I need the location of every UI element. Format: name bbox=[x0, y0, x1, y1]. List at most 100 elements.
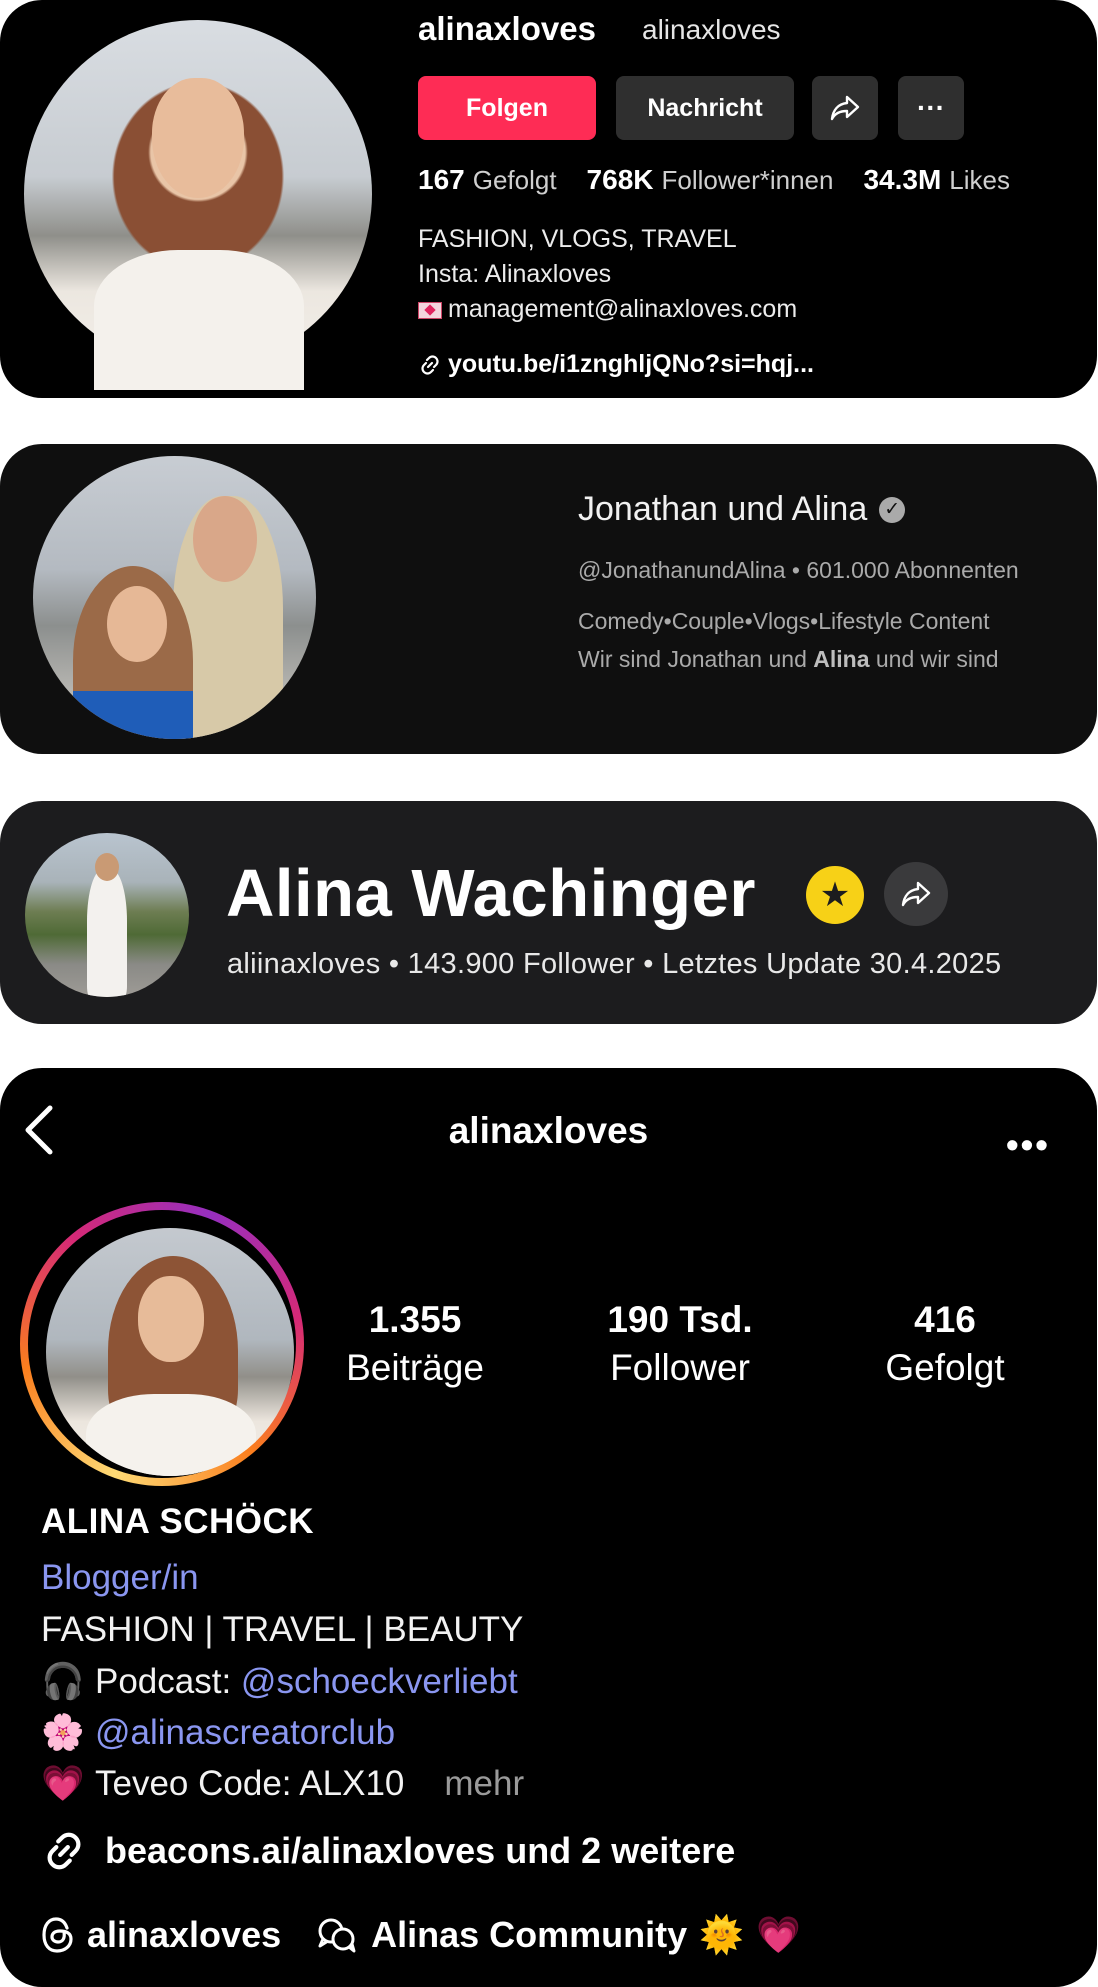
channel-name[interactable]: Jonathan und Alina ✓ bbox=[578, 490, 906, 529]
bio-email-line: management@alinaxloves.com bbox=[418, 292, 797, 327]
description-highlight: Alina bbox=[813, 646, 870, 672]
stat-label: Follower*innen bbox=[661, 165, 834, 195]
envelope-icon bbox=[418, 301, 442, 319]
description-text: Wir sind Jonathan und bbox=[578, 646, 814, 672]
bio-line: FASHION | TRAVEL | BEAUTY bbox=[41, 1610, 524, 1649]
profile-handle: alinaxloves bbox=[642, 14, 781, 45]
bio-email: management@alinaxloves.com bbox=[448, 295, 798, 323]
profile-link[interactable]: youtu.be/i1znghljQNo?si=hqj... bbox=[418, 350, 814, 379]
bio-code-line: 💗 Teveo Code: ALX10 mehr bbox=[41, 1763, 524, 1804]
full-name: ALINA SCHÖCK bbox=[41, 1502, 315, 1541]
threads-icon bbox=[42, 1917, 73, 1953]
channel-avatar[interactable] bbox=[33, 456, 316, 739]
share-icon bbox=[901, 881, 931, 907]
category-label: Blogger/in bbox=[41, 1558, 199, 1597]
headphones-icon: 🎧 bbox=[41, 1662, 85, 1701]
stat-label: Follower bbox=[610, 1347, 750, 1388]
creator-profile-card: Alina Wachinger ★ aliinaxloves • 143.900… bbox=[0, 801, 1097, 1024]
verified-check-icon: ✓ bbox=[879, 496, 906, 523]
avatar-face bbox=[193, 496, 257, 582]
channel-meta: @JonathanundAlina • 601.000 Abonnenten bbox=[578, 557, 1019, 584]
sun-icon: 🌞 bbox=[699, 1914, 744, 1955]
code-text: Teveo Code: ALX10 bbox=[95, 1764, 405, 1803]
threads-handle[interactable]: alinaxloves bbox=[87, 1914, 281, 1956]
description-line: Wir sind Jonathan und Alina und wir sind bbox=[578, 640, 999, 678]
bio-club-line: 🌸 @alinascreatorclub bbox=[41, 1712, 395, 1753]
bio-line: Insta: Alinaxloves bbox=[418, 260, 612, 288]
instagram-profile-card: alinaxloves ••• 1.355 Beiträge 190 Tsd. … bbox=[0, 1068, 1097, 1987]
bio: FASHION, VLOGS, TRAVEL Insta: Alinaxlove… bbox=[418, 222, 797, 327]
avatar[interactable] bbox=[25, 833, 189, 997]
more-link[interactable]: mehr bbox=[444, 1764, 524, 1803]
header-username: alinaxloves bbox=[448, 1110, 649, 1151]
channel-description[interactable]: Comedy•Couple•Vlogs•Lifestyle Content Wi… bbox=[578, 602, 999, 678]
stat-value: 416 bbox=[914, 1299, 976, 1340]
share-button[interactable] bbox=[884, 862, 948, 926]
profile-link-text[interactable]: youtu.be/i1znghljQNo?si=hqj... bbox=[448, 350, 814, 379]
avatar-clothing bbox=[73, 691, 193, 739]
external-links-text[interactable]: beacons.ai/alinaxloves und 2 weitere bbox=[105, 1830, 735, 1872]
stats-row: 167 Gefolgt 768K Follower*innen 34.3M Likes bbox=[418, 164, 1010, 196]
avatar-face bbox=[138, 1276, 204, 1362]
channel-handle: @JonathanundAlina bbox=[578, 557, 786, 583]
community-chip[interactable]: Alinas Community 🌞 💗 bbox=[315, 1914, 801, 1956]
club-mention-link[interactable]: @alinascreatorclub bbox=[95, 1713, 395, 1752]
avatar-shirt bbox=[86, 1394, 256, 1476]
channel-name-text[interactable]: Jonathan und Alina bbox=[578, 490, 867, 529]
stat-label: Likes bbox=[949, 165, 1010, 195]
share-icon bbox=[830, 95, 860, 121]
stat-label: Beiträge bbox=[346, 1347, 484, 1388]
story-ring-gap bbox=[28, 1210, 296, 1478]
profile-meta: aliinaxloves • 143.900 Follower • Letzte… bbox=[227, 948, 1002, 980]
share-button[interactable] bbox=[812, 76, 878, 140]
stat-value: 167 bbox=[418, 164, 465, 195]
profile-title: Alina Wachinger bbox=[226, 856, 756, 931]
more-options-icon[interactable]: ••• bbox=[1006, 1124, 1050, 1166]
chat-bubbles-icon bbox=[318, 1918, 356, 1953]
flower-icon: 🌸 bbox=[41, 1713, 85, 1752]
message-button[interactable]: Nachricht bbox=[616, 76, 794, 140]
description-text: und wir sind bbox=[869, 646, 999, 672]
podcast-mention-link[interactable]: @schoeckverliebt bbox=[241, 1662, 518, 1701]
avatar-face bbox=[107, 586, 167, 662]
stat-label: Gefolgt bbox=[885, 1347, 1005, 1388]
follow-button[interactable]: Folgen bbox=[418, 76, 596, 140]
separator: • bbox=[791, 557, 800, 583]
podcast-label: Podcast: bbox=[95, 1662, 241, 1701]
link-icon bbox=[47, 1832, 81, 1870]
external-links[interactable]: beacons.ai/alinaxloves und 2 weitere bbox=[41, 1828, 735, 1874]
link-icon bbox=[421, 354, 439, 375]
threads-chip[interactable]: alinaxloves bbox=[41, 1914, 281, 1956]
stat-following[interactable]: 167 Gefolgt bbox=[418, 164, 557, 196]
community-label[interactable]: Alinas Community bbox=[371, 1914, 687, 1956]
stat-posts[interactable]: 1.355 Beiträge bbox=[330, 1296, 500, 1392]
subscriber-count: 601.000 Abonnenten bbox=[806, 557, 1019, 583]
description-line: Comedy•Couple•Vlogs•Lifestyle Content bbox=[578, 608, 990, 634]
star-badge-icon: ★ bbox=[806, 866, 864, 924]
stat-likes: 34.3M Likes bbox=[863, 164, 1010, 196]
avatar-face bbox=[152, 78, 244, 198]
stat-value: 34.3M bbox=[863, 164, 942, 195]
heart-icon: 💗 bbox=[41, 1764, 85, 1803]
story-ring[interactable] bbox=[20, 1202, 304, 1486]
stat-value: 190 Tsd. bbox=[607, 1299, 753, 1340]
stat-value: 1.355 bbox=[368, 1299, 462, 1340]
avatar[interactable] bbox=[46, 1228, 294, 1476]
stat-followers[interactable]: 768K Follower*innen bbox=[587, 164, 834, 196]
stat-label: Gefolgt bbox=[472, 165, 557, 195]
youtube-channel-card bbox=[0, 444, 1097, 754]
avatar-head bbox=[95, 853, 119, 881]
stat-followers[interactable]: 190 Tsd. Follower bbox=[585, 1296, 775, 1392]
avatar-shirt bbox=[94, 250, 304, 390]
tiktok-profile-card: alinaxloves alinaxloves Folgen Nachricht… bbox=[0, 0, 1097, 398]
bio-podcast-line: 🎧 Podcast: @schoeckverliebt bbox=[41, 1661, 518, 1702]
bottom-chips: alinaxloves Alinas Community 🌞 💗 bbox=[41, 1914, 835, 1956]
avatar[interactable] bbox=[24, 20, 372, 390]
stat-following[interactable]: 416 Gefolgt bbox=[860, 1296, 1030, 1392]
bio-line: FASHION, VLOGS, TRAVEL bbox=[418, 225, 737, 253]
avatar-dress bbox=[87, 869, 127, 997]
more-options-button[interactable]: ··· bbox=[898, 76, 964, 140]
profile-name: alinaxloves bbox=[418, 10, 596, 47]
stat-value: 768K bbox=[586, 164, 654, 195]
heart-icon: 💗 bbox=[756, 1914, 801, 1955]
